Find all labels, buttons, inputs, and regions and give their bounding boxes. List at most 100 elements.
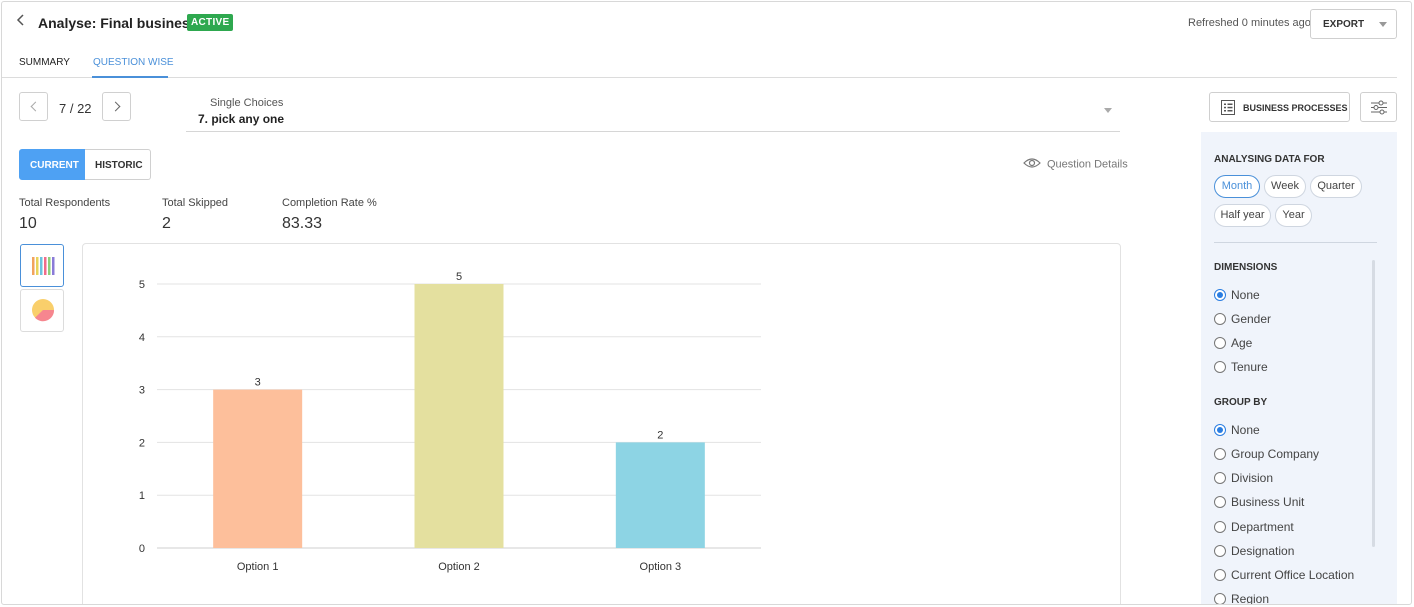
- stat-total-respondents: Total Respondents 10: [19, 197, 110, 233]
- group-by-option-business-unit[interactable]: Business Unit: [1214, 495, 1304, 509]
- radio-icon: [1214, 361, 1226, 373]
- option-label: Designation: [1231, 544, 1295, 558]
- period-quarter[interactable]: Quarter: [1310, 175, 1362, 198]
- x-tick-label: Option 3: [640, 561, 682, 573]
- filter-settings-button[interactable]: [1360, 92, 1397, 122]
- data-label: 5: [456, 271, 462, 283]
- caret-down-icon: [1104, 108, 1112, 113]
- radio-selected-icon: [1214, 289, 1226, 301]
- pie-chart-icon: [32, 299, 55, 322]
- radio-icon: [1214, 448, 1226, 460]
- question-pager: 7 / 22: [59, 101, 92, 116]
- stat-value: 83.33: [282, 215, 323, 232]
- bar-chart-toggle[interactable]: [20, 244, 64, 287]
- dimension-option-tenure[interactable]: Tenure: [1214, 360, 1268, 374]
- business-processes-label: BUSINESS PROCESSES: [1243, 103, 1348, 113]
- radio-icon: [1214, 569, 1226, 581]
- radio-icon: [1214, 496, 1226, 508]
- stat-label: Completion Rate %: [282, 197, 377, 209]
- chart-panel: 0 1 2 3 4 5 3 5 2 Option 1 Option 2 Option 3: [82, 243, 1121, 604]
- option-label: Age: [1231, 336, 1253, 350]
- question-details-link[interactable]: Question Details: [1023, 157, 1128, 172]
- y-tick-label: 3: [139, 385, 145, 397]
- data-label: 2: [657, 429, 663, 441]
- pie-chart-toggle[interactable]: [20, 289, 64, 332]
- radio-icon: [1214, 313, 1226, 325]
- y-tick-label: 2: [139, 437, 145, 449]
- radio-icon: [1214, 472, 1226, 484]
- option-label: None: [1231, 423, 1260, 437]
- question-details-label: Question Details: [1047, 158, 1128, 171]
- stat-label: Total Respondents: [19, 197, 111, 209]
- dimensions-heading: DIMENSIONS: [1214, 262, 1278, 273]
- radio-icon: [1214, 337, 1226, 349]
- question-select[interactable]: Single Choices 7. pick any one: [186, 92, 1120, 132]
- group-by-option-group-company[interactable]: Group Company: [1214, 447, 1319, 461]
- filter-panel: ANALYSING DATA FOR Month Week Quarter Ha…: [1201, 132, 1397, 605]
- radio-icon: [1214, 593, 1226, 604]
- option-label: Business Unit: [1231, 495, 1305, 509]
- stat-value: 2: [162, 215, 171, 232]
- tab-question-wise[interactable]: QUESTION WISE: [93, 57, 174, 68]
- group-by-option-none[interactable]: None: [1214, 423, 1260, 437]
- eye-icon: [1023, 157, 1041, 172]
- caret-down-icon: [1379, 22, 1387, 27]
- option-label: Division: [1231, 471, 1274, 485]
- back-chevron-icon[interactable]: [16, 13, 30, 31]
- header-bar: Analyse: Final business ACTIVE Refreshed…: [2, 2, 1411, 46]
- dimension-option-none[interactable]: None: [1214, 288, 1260, 302]
- export-dropdown[interactable]: EXPORT: [1310, 9, 1397, 39]
- export-label: EXPORT: [1323, 19, 1365, 30]
- stat-completion-rate: Completion Rate % 83.33: [282, 197, 377, 233]
- option-label: Group Company: [1231, 447, 1320, 461]
- bar-chart: 0 1 2 3 4 5 3 5 2 Option 1 Option 2 Option 3: [139, 271, 761, 573]
- radio-icon: [1214, 545, 1226, 557]
- bar-chart-icon: [32, 257, 55, 275]
- y-tick-label: 0: [139, 543, 145, 555]
- radio-selected-icon: [1214, 424, 1226, 436]
- status-badge: ACTIVE: [187, 14, 234, 31]
- previous-question-button[interactable]: [19, 92, 48, 121]
- bar: [414, 284, 504, 548]
- next-question-button[interactable]: [102, 92, 131, 121]
- divider: [1214, 242, 1377, 243]
- historic-button[interactable]: HISTORIC: [85, 149, 151, 180]
- y-tick-label: 5: [139, 279, 145, 291]
- group-by-option-region[interactable]: Region: [1214, 592, 1270, 605]
- y-tick-label: 4: [139, 332, 145, 344]
- period-year[interactable]: Year: [1275, 204, 1312, 227]
- list-document-icon: [1221, 100, 1235, 115]
- period-month[interactable]: Month: [1214, 175, 1260, 198]
- panel-scrollbar[interactable]: [1372, 260, 1375, 547]
- group-by-option-designation[interactable]: Designation: [1214, 544, 1294, 558]
- option-label: Tenure: [1231, 360, 1268, 374]
- page-title: Analyse: Final business: [38, 15, 198, 31]
- option-label: Gender: [1231, 312, 1272, 326]
- question-text: 7. pick any one: [198, 112, 285, 126]
- analysis-window: Analyse: Final business ACTIVE Refreshed…: [1, 1, 1412, 605]
- tab-bar: SUMMARY QUESTION WISE: [2, 46, 1397, 78]
- period-half-year[interactable]: Half year: [1214, 204, 1271, 227]
- group-by-option-division[interactable]: Division: [1214, 471, 1273, 485]
- dimension-option-age[interactable]: Age: [1214, 336, 1252, 350]
- tab-summary[interactable]: SUMMARY: [19, 57, 70, 68]
- stat-label: Total Skipped: [162, 197, 229, 209]
- current-button[interactable]: CURRENT: [19, 149, 85, 180]
- group-by-option-department[interactable]: Department: [1214, 520, 1294, 534]
- bar: [615, 442, 705, 548]
- data-label: 3: [255, 377, 261, 389]
- y-tick-label: 1: [139, 490, 145, 502]
- view-toggle: CURRENT HISTORIC: [19, 149, 151, 180]
- chevron-right-icon: [110, 101, 121, 112]
- bar: [213, 389, 303, 548]
- group-by-option-current-office-location[interactable]: Current Office Location: [1214, 568, 1354, 582]
- x-tick-label: Option 2: [438, 561, 480, 573]
- option-label: Current Office Location: [1231, 568, 1355, 582]
- option-label: Region: [1231, 592, 1270, 605]
- radio-icon: [1214, 521, 1226, 533]
- stat-value: 10: [19, 215, 37, 232]
- dimension-option-gender[interactable]: Gender: [1214, 312, 1271, 326]
- business-processes-button[interactable]: BUSINESS PROCESSES: [1209, 92, 1350, 122]
- period-week[interactable]: Week: [1264, 175, 1306, 198]
- option-label: Department: [1231, 520, 1294, 534]
